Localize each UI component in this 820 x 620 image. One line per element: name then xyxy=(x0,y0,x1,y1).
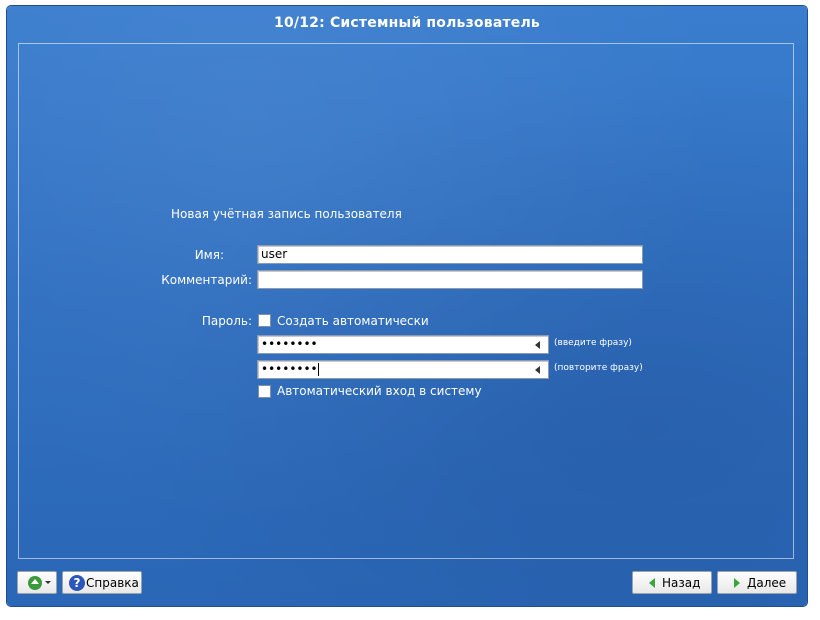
next-button-label: Далее xyxy=(747,575,787,590)
caps-lock-indicator-icon xyxy=(535,366,540,374)
chevron-down-icon xyxy=(45,581,51,584)
password-repeat-value: •••••••• xyxy=(261,362,318,376)
arrow-left-icon xyxy=(649,577,655,588)
next-button[interactable]: Далее xyxy=(717,571,797,594)
auto-create-label: Создать автоматически xyxy=(277,314,429,328)
password-hint: (введите фразу) xyxy=(554,338,632,348)
auto-create-checkbox[interactable] xyxy=(258,314,271,327)
password-repeat-input[interactable]: •••••••• xyxy=(257,360,549,379)
installer-window: 10/12: Системный пользователь Новая учёт… xyxy=(7,6,807,606)
arrow-right-icon xyxy=(734,577,740,588)
help-button-label: Справка xyxy=(86,575,139,590)
up-arrow-icon xyxy=(28,575,42,590)
autologin-label: Автоматический вход в систему xyxy=(277,384,482,398)
text-cursor xyxy=(317,363,319,376)
password-value: •••••••• xyxy=(261,337,318,351)
back-button[interactable]: Назад xyxy=(632,571,712,594)
autologin-checkbox[interactable] xyxy=(258,385,271,398)
back-button-label: Назад xyxy=(662,575,701,590)
help-button[interactable]: ? Справка xyxy=(62,571,142,594)
name-label: Имя: xyxy=(194,248,224,262)
window-title: 10/12: Системный пользователь xyxy=(274,15,540,31)
password-repeat-hint: (повторите фразу) xyxy=(554,363,643,373)
section-title: Новая учётная запись пользователя xyxy=(171,207,402,221)
password-label: Пароль: xyxy=(201,314,252,328)
help-icon: ? xyxy=(69,574,85,591)
caps-lock-indicator-icon xyxy=(535,341,540,349)
password-input[interactable]: •••••••• xyxy=(257,335,549,354)
navigation-menu-button[interactable] xyxy=(17,571,57,594)
content-frame xyxy=(18,43,794,559)
name-input[interactable]: user xyxy=(257,245,643,264)
comment-label: Комментарий: xyxy=(161,273,252,287)
comment-input[interactable] xyxy=(257,270,643,289)
